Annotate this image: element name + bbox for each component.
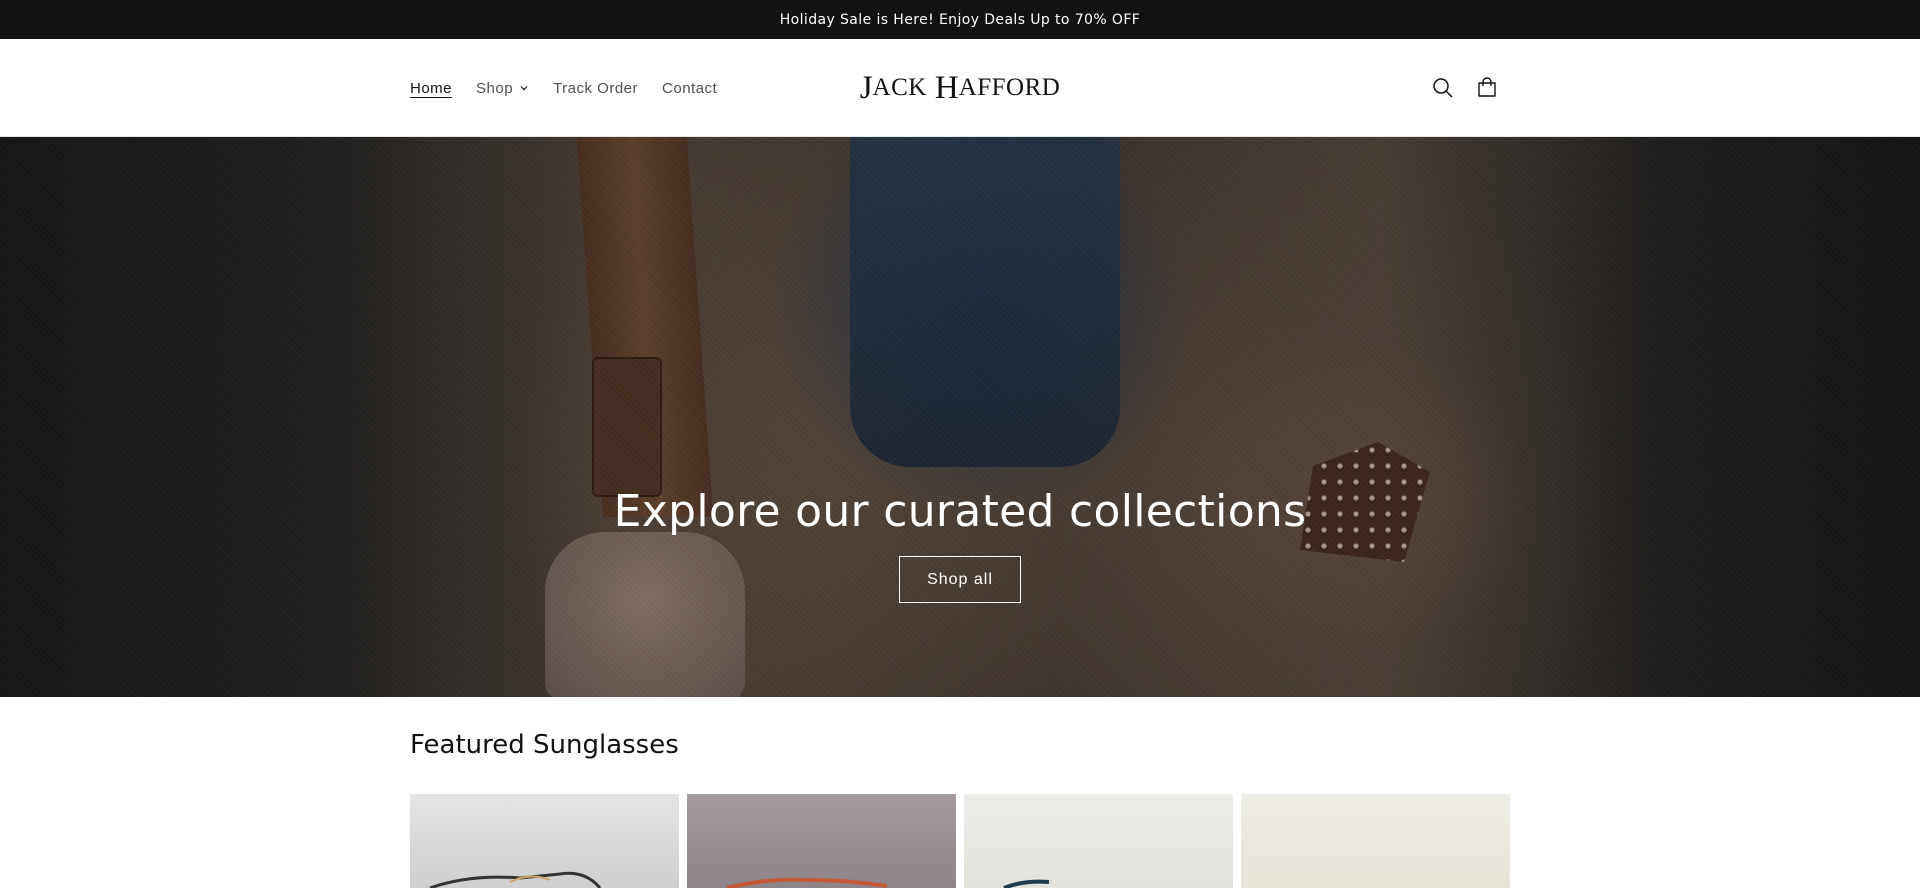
nav-shop-dropdown[interactable]: Shop — [476, 80, 529, 97]
hero-overlay — [0, 137, 1920, 697]
nav-shop-label: Shop — [476, 79, 514, 97]
product-grid — [410, 794, 1510, 888]
chevron-down-icon — [519, 83, 529, 93]
product-card[interactable] — [410, 794, 679, 888]
cart-icon[interactable] — [1474, 75, 1500, 101]
sunglasses-image — [1003, 879, 1050, 888]
search-icon[interactable] — [1430, 75, 1456, 101]
sunglasses-image — [726, 877, 888, 888]
shop-all-button[interactable]: Shop all — [899, 556, 1021, 603]
product-card[interactable] — [964, 794, 1233, 888]
announcement-text: Holiday Sale is Here! Enjoy Deals Up to … — [779, 11, 1141, 28]
site-header: Home Shop Track Order Contact J ACK H AFFO… — [0, 39, 1920, 137]
hero-content: Explore our curated collections Shop all — [0, 482, 1920, 603]
nav-home-link[interactable]: Home — [410, 80, 452, 97]
nav-track-order-link[interactable]: Track Order — [553, 80, 638, 97]
product-card[interactable] — [1241, 794, 1510, 888]
product-card[interactable] — [687, 794, 956, 888]
header-actions — [1430, 39, 1500, 137]
main-nav: Home Shop Track Order Contact — [410, 39, 717, 137]
hero-title: Explore our curated collections — [613, 486, 1307, 537]
brand-logo[interactable]: J ACK H AFFORD — [860, 65, 1060, 111]
featured-section-title: Featured Sunglasses — [410, 730, 679, 760]
nav-contact-link[interactable]: Contact — [662, 80, 717, 97]
hero-banner: Explore our curated collections Shop all — [0, 137, 1920, 697]
sunglasses-image — [429, 871, 602, 888]
announcement-bar: Holiday Sale is Here! Enjoy Deals Up to … — [0, 0, 1920, 39]
